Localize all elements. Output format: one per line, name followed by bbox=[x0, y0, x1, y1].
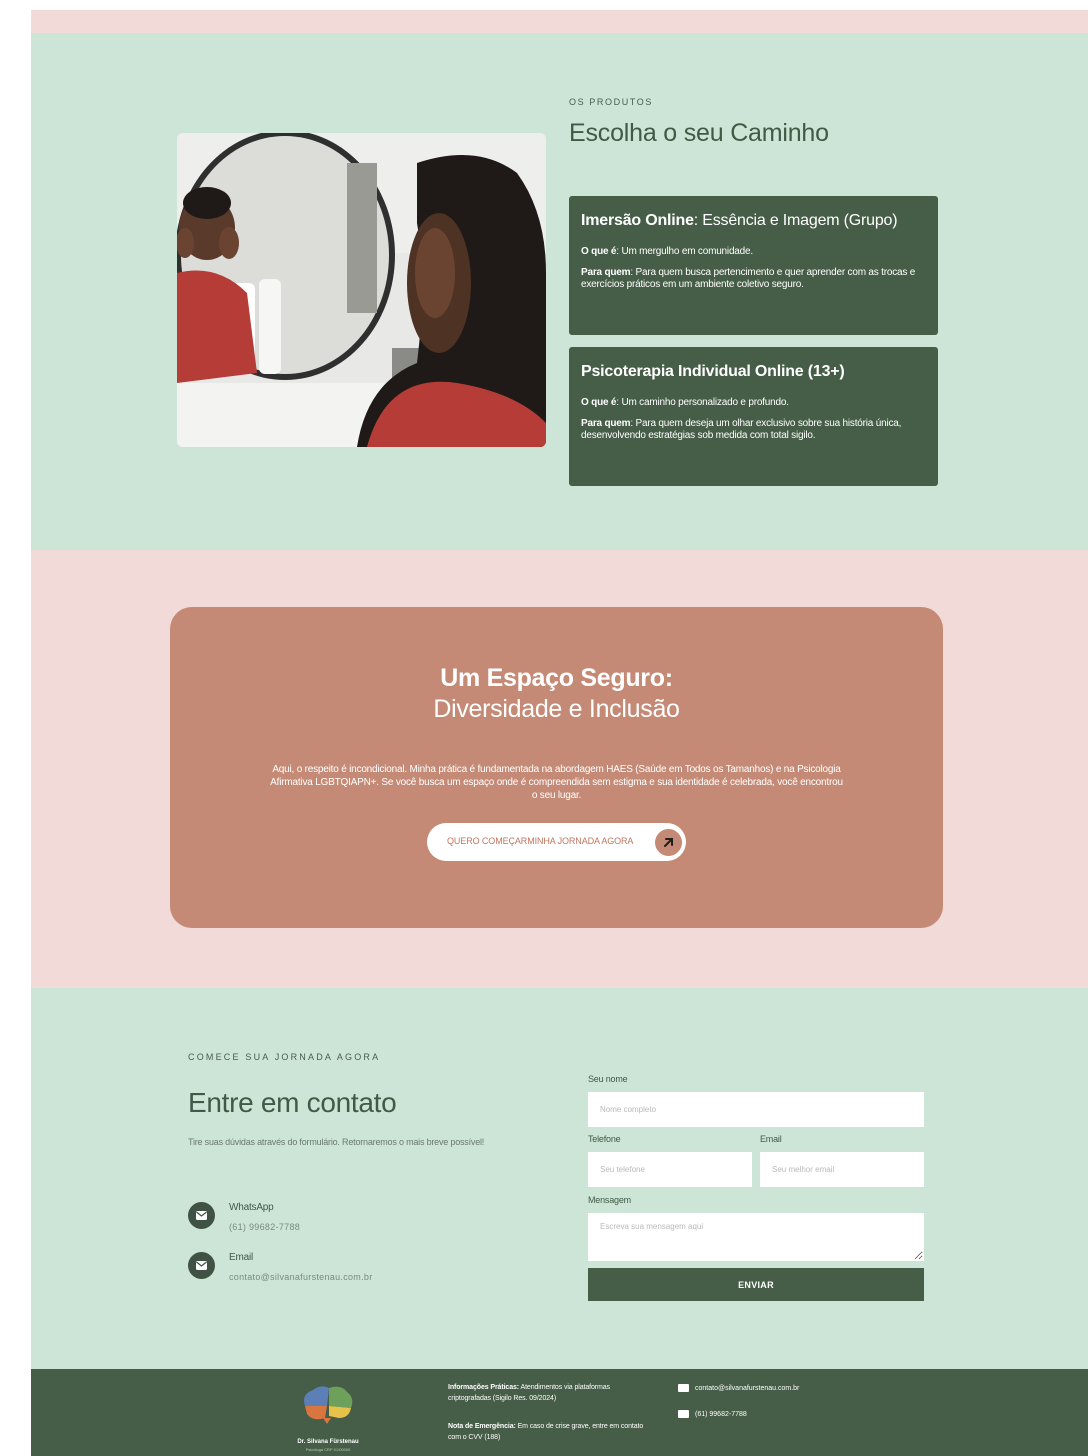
submit-button[interactable]: ENVIAR bbox=[588, 1268, 924, 1301]
footer-emergency-note: Nota de Emergência: Em caso de crise gra… bbox=[448, 1423, 644, 1441]
product-card-title: Psicoterapia Individual Online (13+) bbox=[581, 363, 845, 380]
safe-space-section: Um Espaço Seguro: Diversidade e Inclusão… bbox=[31, 550, 1088, 988]
message-textarea[interactable] bbox=[588, 1213, 924, 1261]
products-title: Escolha o seu Caminho bbox=[569, 119, 829, 147]
start-journey-button[interactable]: QUERO COMEÇARMINHA JORNADA AGORA bbox=[427, 823, 686, 861]
contact-eyebrow: COMECE SUA JORNADA AGORA bbox=[188, 1052, 381, 1062]
phone-input[interactable] bbox=[588, 1152, 752, 1187]
arrow-up-right-icon bbox=[655, 829, 682, 856]
envelope-icon bbox=[678, 1410, 689, 1418]
safe-space-title: Um Espaço Seguro: bbox=[440, 664, 673, 692]
email-input[interactable] bbox=[760, 1152, 924, 1187]
mirror-photo bbox=[177, 133, 546, 447]
brain-logo-icon bbox=[304, 1386, 353, 1424]
footer-phone-link[interactable]: (61) 99682-7788 bbox=[678, 1410, 747, 1418]
footer-practical-info: Informações Práticas: Atendimentos via p… bbox=[448, 1384, 610, 1402]
safe-space-banner: Um Espaço Seguro: Diversidade e Inclusão… bbox=[170, 607, 943, 928]
name-label: Seu nome bbox=[588, 1074, 628, 1084]
cta-label: QUERO COMEÇARMINHA JORNADA AGORA bbox=[447, 836, 634, 846]
product-card-title: Imersão Online: Essência e Imagem (Grupo… bbox=[581, 212, 898, 229]
product-card-group[interactable]: Imersão Online: Essência e Imagem (Grupo… bbox=[569, 196, 938, 335]
woman-at-mirror-image bbox=[177, 133, 546, 447]
footer-email-link[interactable]: contato@silvanafurstenau.com.br bbox=[678, 1384, 799, 1392]
contact-channel-label: WhatsApp bbox=[229, 1202, 274, 1213]
footer-brand: Dr. Silvana Fürstenau bbox=[297, 1439, 359, 1445]
footer: Dr. Silvana Fürstenau Psicóloga CRP 01/0… bbox=[31, 1369, 1088, 1456]
contact-channel-value: contato@silvanafurstenau.com.br bbox=[229, 1272, 373, 1282]
product-card-who: Para quem: Para quem busca pertencimento… bbox=[581, 267, 916, 290]
safe-space-subtitle: Diversidade e Inclusão bbox=[433, 695, 680, 723]
contact-title: Entre em contato bbox=[188, 1087, 397, 1118]
products-eyebrow: OS PRODUTOS bbox=[569, 97, 653, 107]
name-input[interactable] bbox=[588, 1092, 924, 1127]
product-card-individual[interactable]: Psicoterapia Individual Online (13+) O q… bbox=[569, 347, 938, 486]
envelope-icon bbox=[188, 1252, 215, 1279]
contact-channel-label: Email bbox=[229, 1252, 254, 1263]
safe-space-body: Aqui, o respeito é incondicional. Minha … bbox=[270, 764, 843, 801]
page: OS PRODUTOS Escolha o seu Caminho Imersã… bbox=[31, 10, 1088, 1456]
footer-brand-sub: Psicóloga CRP 01/00000 bbox=[305, 1447, 351, 1452]
message-label: Mensagem bbox=[588, 1195, 631, 1205]
product-card-who: Para quem: Para quem deseja um olhar exc… bbox=[581, 418, 902, 441]
phone-label: Telefone bbox=[588, 1134, 621, 1144]
envelope-icon bbox=[678, 1384, 689, 1392]
contact-description: Tire suas dúvidas através do formulário.… bbox=[188, 1137, 485, 1147]
product-card-what: O que é: Um caminho personalizado e prof… bbox=[581, 397, 789, 408]
products-section: OS PRODUTOS Escolha o seu Caminho Imersã… bbox=[31, 33, 1088, 550]
envelope-icon bbox=[188, 1202, 215, 1229]
top-pink-band bbox=[31, 10, 1088, 33]
contact-section: COMECE SUA JORNADA AGORA Entre em contat… bbox=[31, 988, 1088, 1369]
contact-channel-value: (61) 99682-7788 bbox=[229, 1222, 301, 1232]
product-card-what: O que é: Um mergulho em comunidade. bbox=[581, 246, 753, 257]
email-label: Email bbox=[760, 1134, 782, 1144]
